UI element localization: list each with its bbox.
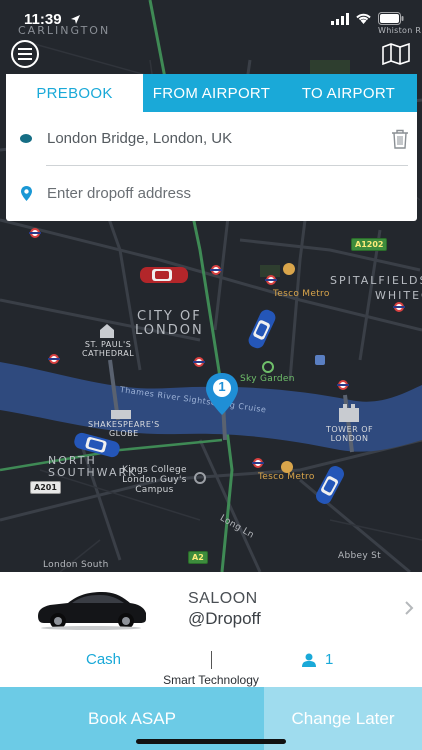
map-label-abbey-st: Abbey St (338, 551, 381, 561)
payment-separator (211, 651, 212, 669)
map-pin-icon (206, 373, 238, 415)
menu-button[interactable] (11, 40, 39, 68)
road-shield-a2: A2 (188, 551, 208, 564)
pickup-address: London Bridge, London, UK (47, 129, 233, 147)
hamburger-menu-icon (18, 48, 32, 60)
tube-station-icon (48, 354, 60, 364)
castle-icon (339, 404, 359, 422)
park-icon (262, 361, 274, 373)
road-shield-a201: A201 (30, 481, 61, 494)
vehicle-price: @Dropoff (188, 609, 261, 628)
map-label-tesco-2: Tesco Metro (258, 472, 315, 482)
tube-station-icon (393, 302, 405, 312)
location-pin-icon (21, 185, 32, 201)
map-toggle-button[interactable] (382, 42, 410, 70)
tab-prebook[interactable]: PREBOOK (6, 74, 143, 112)
cathedral-icon (100, 324, 114, 338)
vehicle-type: SALOON (188, 590, 258, 607)
booking-tabs: PREBOOK FROM AIRPORT TO AIRPORT (6, 74, 417, 112)
poi-icon (194, 472, 206, 484)
theatre-icon (111, 410, 131, 419)
tab-to-airport[interactable]: TO AIRPORT (280, 74, 417, 112)
trash-icon[interactable] (391, 129, 409, 149)
map-label-city: CITY OF LONDON (135, 309, 204, 338)
map-label-tesco-1: Tesco Metro (273, 289, 330, 299)
pickup-dot-icon (20, 133, 32, 143)
tube-station-icon (210, 265, 222, 275)
road-shield-a1202: A1202 (351, 238, 388, 251)
passenger-count-button[interactable]: 1 (302, 651, 333, 668)
chevron-right-icon[interactable] (404, 601, 414, 615)
pickup-marker[interactable]: 1 (204, 371, 240, 417)
battery-icon (378, 12, 404, 25)
marker-number: 1 (218, 379, 226, 394)
map-label-london-south: London South (43, 560, 109, 570)
tube-station-icon (265, 275, 277, 285)
change-later-button[interactable]: Change Later (264, 687, 422, 750)
dropoff-field[interactable]: Enter dropoff address (6, 169, 417, 217)
vehicle-panel: SALOON @Dropoff Cash 1 Smart Technology … (0, 572, 422, 750)
map-label-tower: TOWER OF LONDON (326, 425, 374, 443)
map-label-st-pauls: ST. PAUL'S CATHEDRAL (82, 340, 135, 358)
app-screen: CITY OF LONDON ST. PAUL'S CATHEDRAL SHAK… (0, 0, 422, 750)
shop-icon (281, 461, 293, 473)
tab-from-airport[interactable]: FROM AIRPORT (143, 74, 280, 112)
status-time: 11:39 (24, 11, 62, 28)
dropoff-placeholder: Enter dropoff address (47, 184, 191, 202)
tube-station-icon (337, 380, 349, 390)
tube-station-icon (252, 458, 264, 468)
shop-icon (283, 263, 295, 275)
tagline: Smart Technology (163, 673, 259, 687)
map-label-kings-college: Kings College London Guy's Campus (122, 465, 187, 495)
location-arrow-icon (71, 15, 80, 24)
tube-station-icon (29, 228, 41, 238)
folded-map-icon (382, 42, 410, 66)
field-divider (46, 165, 408, 166)
taxi-car-icon[interactable] (138, 264, 190, 286)
signal-icon (331, 12, 349, 25)
poi-icon (315, 355, 325, 365)
wifi-icon (356, 13, 371, 24)
tube-station-icon (193, 357, 205, 367)
booking-card: PREBOOK FROM AIRPORT TO AIRPORT London B… (6, 74, 417, 221)
home-indicator (136, 739, 286, 744)
payment-method[interactable]: Cash (86, 651, 121, 668)
person-icon (302, 653, 316, 667)
saloon-car-image (38, 592, 146, 630)
map-label-sky-garden: Sky Garden (240, 374, 295, 384)
status-bar: 11:39 (0, 0, 422, 38)
map-label-whitechapel: WHITEC (375, 289, 422, 302)
pickup-field[interactable]: London Bridge, London, UK (6, 114, 417, 162)
map-label-spitalfields: SPITALFIELDS (330, 274, 422, 287)
passenger-count: 1 (325, 651, 334, 668)
